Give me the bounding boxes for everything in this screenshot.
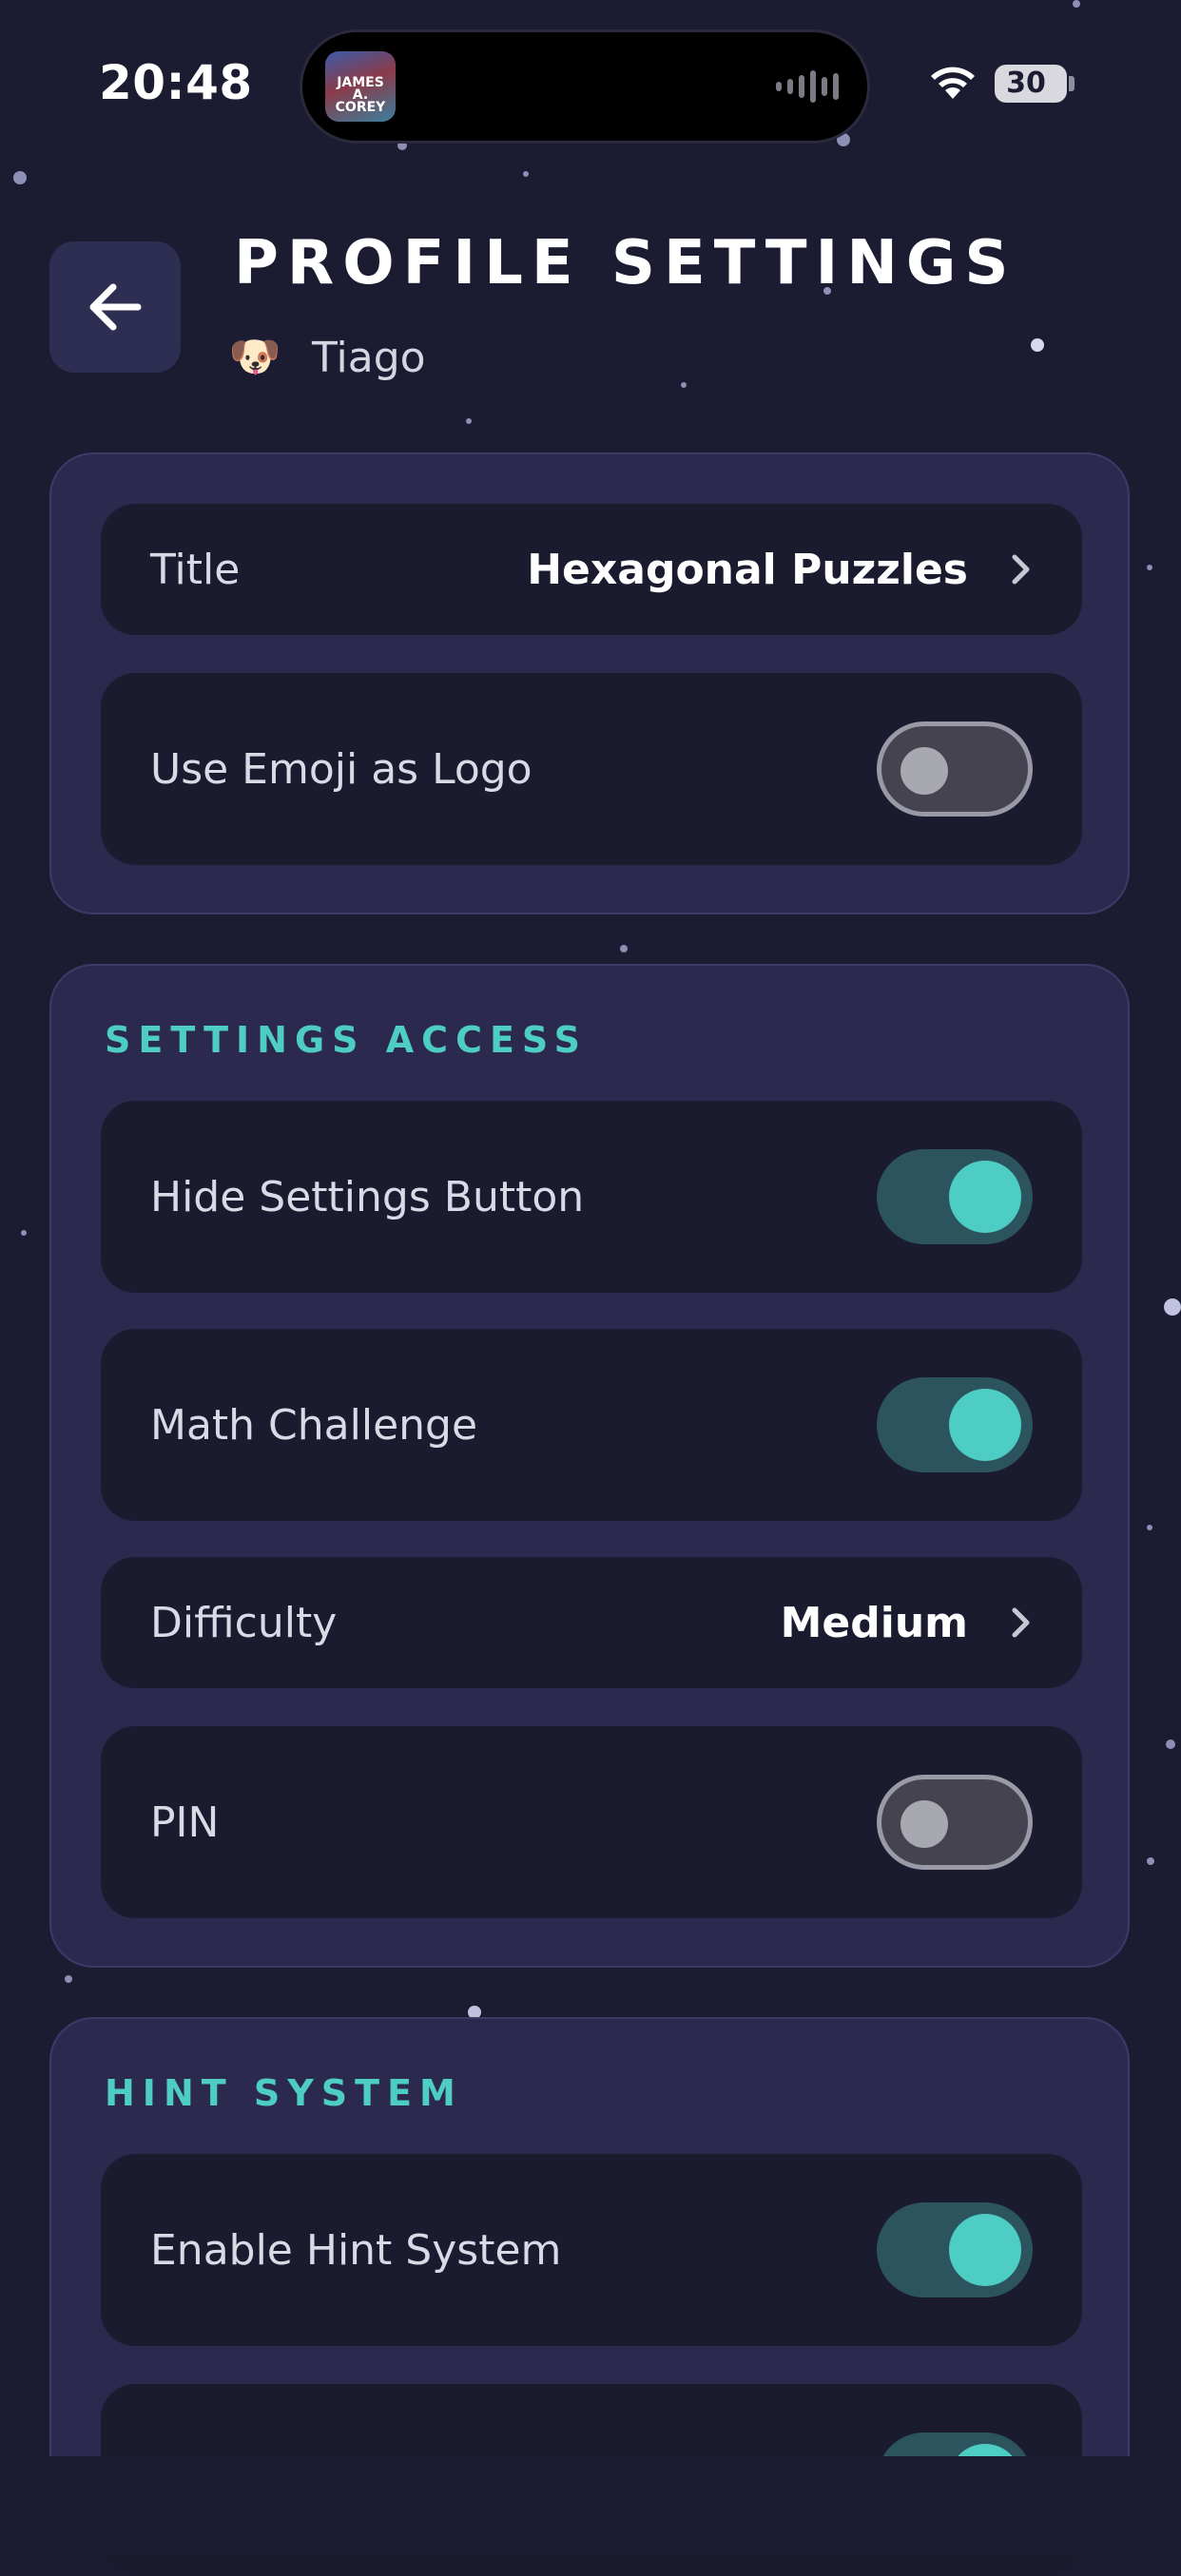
background-star [1166, 1740, 1175, 1749]
title-value: Hexagonal Puzzles [527, 545, 968, 594]
title-row[interactable]: Title Hexagonal Puzzles [101, 504, 1082, 635]
hide-settings-toggle[interactable] [877, 1149, 1033, 1244]
background-star [1031, 338, 1044, 352]
emoji-logo-label: Use Emoji as Logo [150, 744, 532, 794]
emoji-logo-toggle[interactable] [877, 721, 1033, 817]
battery-indicator: 30 [995, 65, 1067, 103]
background-star [1147, 1857, 1154, 1865]
enable-hints-toggle[interactable] [877, 2202, 1033, 2297]
audio-waveform-icon [776, 68, 839, 105]
background-star [1073, 0, 1080, 8]
background-star [1164, 1298, 1181, 1316]
background-star [397, 141, 407, 150]
toggle-knob [900, 1800, 948, 1848]
difficulty-row[interactable]: Difficulty Medium [101, 1557, 1082, 1688]
profile-emoji: 🐶 [228, 333, 281, 381]
profile-identity: 🐶 Tiago [228, 331, 426, 384]
toggle-knob [949, 2214, 1021, 2286]
enable-hints-label: Enable Hint System [150, 2225, 562, 2275]
back-button[interactable] [49, 241, 181, 373]
toggle-knob [949, 1161, 1021, 1233]
now-playing-artwork-text: JAMES A. COREY [335, 75, 386, 115]
emoji-logo-row: Use Emoji as Logo [101, 673, 1082, 865]
math-challenge-row: Math Challenge [101, 1329, 1082, 1521]
dynamic-island[interactable]: JAMES A. COREY [302, 32, 867, 141]
difficulty-label: Difficulty [150, 1598, 338, 1647]
background-star [13, 171, 27, 184]
battery-cap [1069, 76, 1075, 91]
profile-name: Tiago [312, 333, 426, 382]
difficulty-value: Medium [780, 1598, 968, 1647]
hide-settings-row: Hide Settings Button [101, 1101, 1082, 1293]
settings-access-card: SETTINGS ACCESS Hide Settings Button Mat… [49, 964, 1130, 1968]
chevron-right-icon [1012, 1607, 1030, 1638]
now-playing-artwork[interactable]: JAMES A. COREY [325, 51, 396, 122]
pin-toggle[interactable] [877, 1775, 1033, 1870]
background-star [1147, 565, 1152, 570]
battery-level: 30 [1006, 67, 1046, 100]
background-star [466, 418, 472, 424]
math-challenge-label: Math Challenge [150, 1400, 478, 1450]
section-title: HINT SYSTEM [105, 2072, 463, 2114]
bottom-safe-area [0, 2456, 1181, 2555]
page-title: PROFILE SETTINGS [234, 228, 1017, 298]
math-challenge-toggle[interactable] [877, 1377, 1033, 1472]
pin-label: PIN [150, 1797, 220, 1847]
enable-hints-row: Enable Hint System [101, 2154, 1082, 2346]
background-star [523, 171, 529, 177]
toggle-knob [900, 747, 948, 795]
general-settings-card: Title Hexagonal Puzzles Use Emoji as Log… [49, 452, 1130, 914]
status-time: 20:48 [99, 55, 253, 110]
hide-settings-label: Hide Settings Button [150, 1172, 585, 1221]
background-star [65, 1975, 72, 1983]
background-star [837, 133, 850, 146]
wifi-icon [931, 67, 975, 99]
pin-row: PIN [101, 1726, 1082, 1918]
toggle-knob [949, 1389, 1021, 1461]
section-title: SETTINGS ACCESS [105, 1019, 588, 1061]
title-label: Title [150, 545, 241, 594]
arrow-left-icon [89, 283, 142, 331]
background-star [1147, 1525, 1152, 1530]
background-star [681, 382, 687, 388]
background-star [21, 1230, 27, 1236]
background-star [620, 945, 628, 952]
chevron-right-icon [1012, 554, 1030, 585]
